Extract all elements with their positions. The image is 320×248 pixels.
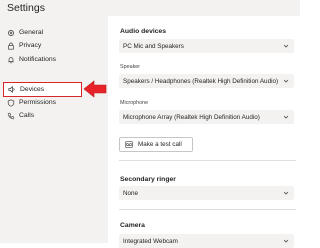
make-test-call-button[interactable]: Make a test call: [119, 137, 193, 152]
sidebar-item-calls[interactable]: Calls: [6, 109, 34, 122]
section-divider: [119, 209, 296, 210]
sidebar-item-general[interactable]: General: [6, 26, 43, 39]
dropdown-value: None: [123, 189, 139, 197]
sidebar-item-label: Permissions: [19, 99, 57, 106]
red-pointer-arrow-icon: [83, 80, 107, 98]
sidebar-item-label: Calls: [19, 112, 35, 119]
sidebar-item-label: Devices: [20, 86, 45, 93]
bell-icon: [6, 55, 15, 64]
sidebar-item-label: General: [19, 29, 44, 36]
lock-icon: [6, 41, 15, 50]
camera-dropdown[interactable]: Integrated Webcam: [119, 234, 294, 248]
chevron-down-icon: [283, 239, 289, 243]
camera-heading: Camera: [120, 222, 145, 229]
sidebar-item-privacy[interactable]: Privacy: [6, 39, 41, 52]
speaker-dropdown[interactable]: Speakers / Headphones (Realtek High Defi…: [119, 74, 294, 88]
microphone-dropdown[interactable]: Microphone Array (Realtek High Definitio…: [119, 110, 294, 124]
secondary-ringer-heading: Secondary ringer: [120, 176, 176, 183]
sidebar-item-devices[interactable]: Devices: [3, 82, 82, 97]
chevron-down-icon: [283, 115, 289, 119]
audio-devices-dropdown[interactable]: PC Mic and Speakers: [119, 39, 294, 53]
test-call-label: Make a test call: [138, 141, 182, 148]
title-bar: Settings: [0, 0, 300, 16]
sidebar-item-permissions[interactable]: Permissions: [6, 96, 56, 109]
chevron-down-icon: [283, 191, 289, 195]
speaker-icon: [7, 85, 16, 94]
chevron-down-icon: [283, 44, 289, 48]
dropdown-value: PC Mic and Speakers: [123, 42, 184, 50]
dropdown-value: Integrated Webcam: [123, 237, 178, 245]
secondary-ringer-dropdown[interactable]: None: [119, 186, 294, 200]
dropdown-value: Speakers / Headphones (Realtek High Defi…: [123, 77, 279, 85]
phone-icon: [6, 111, 15, 120]
dropdown-value: Microphone Array (Realtek High Definitio…: [123, 113, 260, 121]
sidebar-item-label: Privacy: [19, 42, 42, 49]
microphone-label: Microphone: [120, 100, 149, 106]
settings-sidebar: General Privacy Notifications Devices Pe…: [0, 16, 108, 243]
settings-content: Audio devices PC Mic and Speakers Speake…: [108, 16, 300, 248]
gear-icon: [6, 28, 15, 37]
speaker-label: Speaker: [120, 64, 141, 70]
section-divider: [119, 160, 296, 161]
audio-devices-heading: Audio devices: [120, 28, 167, 35]
sidebar-item-label: Notifications: [19, 56, 57, 63]
shield-icon: [6, 98, 15, 107]
chevron-down-icon: [283, 79, 289, 83]
window-title: Settings: [7, 2, 45, 14]
test-call-icon: [125, 141, 133, 148]
sidebar-item-notifications[interactable]: Notifications: [6, 53, 56, 66]
